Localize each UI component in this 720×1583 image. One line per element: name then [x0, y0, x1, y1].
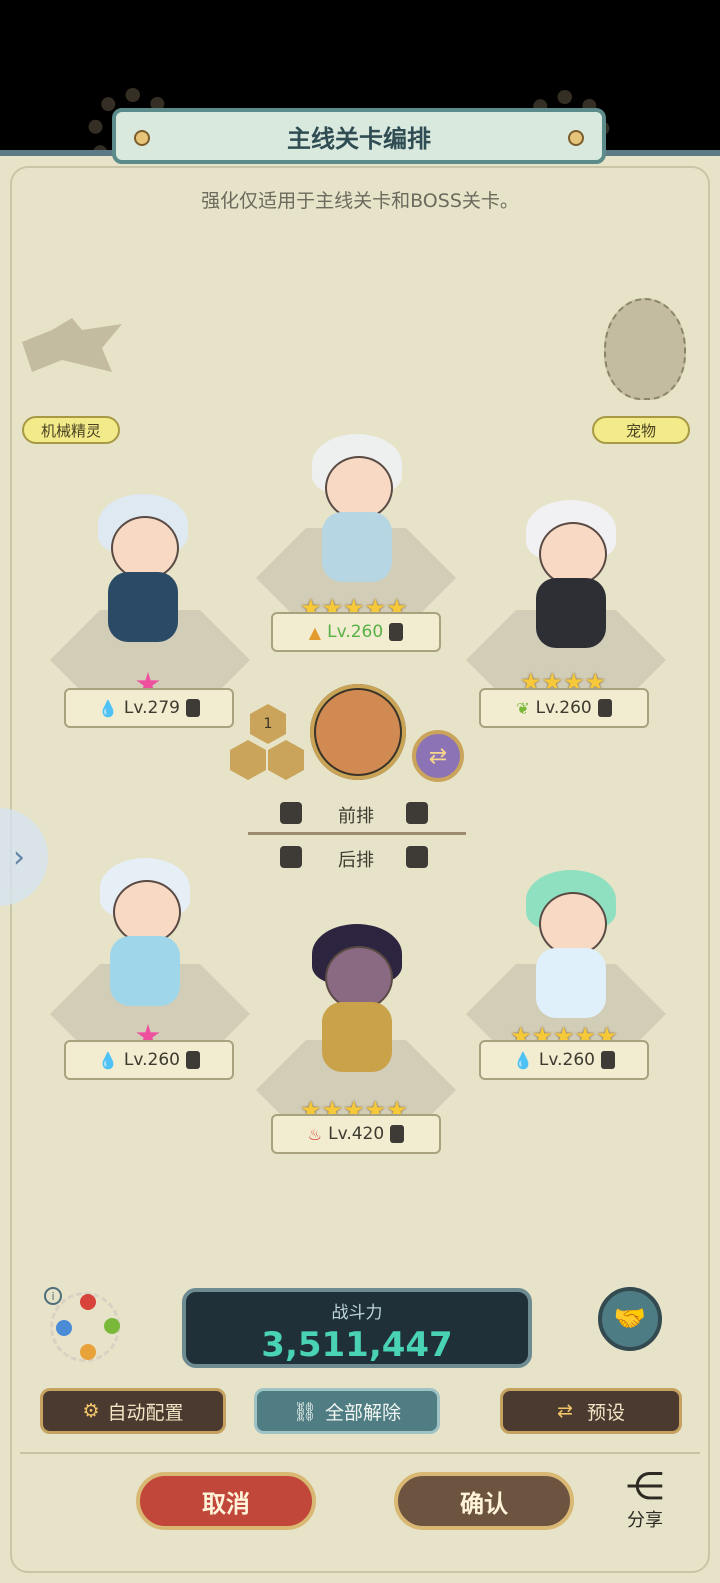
hero-slot-front-left[interactable] — [68, 480, 218, 650]
chain-icon: ⛓ — [292, 1400, 318, 1423]
cancel-button[interactable]: 取消 — [136, 1472, 316, 1530]
bow-icon — [280, 846, 302, 868]
cancel-label: 取消 — [202, 1489, 250, 1518]
hero-level-plate: 💧 Lv.260 — [479, 1040, 649, 1080]
combat-power-label: 战斗力 — [331, 1303, 383, 1323]
hero-level-plate: ▲ Lv.260 — [271, 612, 441, 652]
hero-level: Lv.260 — [123, 1050, 180, 1070]
clear-all-button[interactable]: ⛓ 全部解除 — [254, 1388, 440, 1434]
share-button[interactable]: ⋲ 分享 — [612, 1466, 678, 1538]
hero-level: Lv.260 — [535, 698, 592, 718]
water-icon: 💧 — [98, 1050, 118, 1070]
hero-slot-back-center[interactable] — [282, 910, 432, 1080]
auto-config-button[interactable]: ⚙ 自动配置 — [40, 1388, 226, 1434]
rivet-icon — [134, 130, 150, 146]
hero-slot-front-center[interactable] — [282, 420, 432, 590]
fire-icon: ♨ — [307, 1124, 323, 1144]
leader-portrait[interactable] — [310, 684, 406, 780]
swap-icon[interactable]: ⇄ — [412, 730, 464, 782]
hero-level: Lv.260 — [327, 622, 384, 642]
mech-spirit-label[interactable]: 机械精灵 — [22, 416, 120, 444]
hero-level-plate: 💧 Lv.279 — [64, 688, 234, 728]
water-icon: 💧 — [98, 698, 118, 718]
hero-slot-back-left[interactable] — [70, 844, 220, 1014]
hero-level: Lv.260 — [538, 1050, 595, 1070]
water-icon — [56, 1320, 72, 1336]
wind-icon: ❦ — [516, 698, 530, 718]
hero-level: Lv.420 — [328, 1124, 385, 1144]
shield-icon — [280, 802, 302, 824]
combat-power-box: 战斗力 3,511,447 — [182, 1288, 532, 1368]
pet-egg-silhouette-icon[interactable] — [604, 298, 686, 400]
clear-all-label: 全部解除 — [325, 1401, 402, 1424]
page-subtitle: 强化仅适用于主线关卡和BOSS关卡。 — [201, 190, 519, 212]
bow-icon — [390, 1125, 405, 1143]
sword-icon — [186, 699, 200, 717]
water-icon: 💧 — [513, 1050, 533, 1070]
share-label: 分享 — [627, 1510, 663, 1531]
preset-button[interactable]: ⇄ 预设 — [500, 1388, 682, 1434]
row-divider — [248, 832, 466, 835]
hero-level-plate: ♨ Lv.420 — [271, 1114, 441, 1154]
earth-icon: ▲ — [308, 622, 322, 642]
gear-icon: ⚙ — [82, 1400, 100, 1422]
leader-ring — [310, 684, 406, 780]
combat-power-value: 3,511,447 — [261, 1325, 453, 1365]
hero-level: Lv.279 — [123, 698, 180, 718]
swap-arrows-icon: ⇄ — [557, 1400, 573, 1422]
page-title-plate: 主线关卡编排 — [112, 108, 606, 164]
fire-icon — [80, 1294, 96, 1310]
pet-label[interactable]: 宠物 — [592, 416, 690, 444]
shield-icon — [389, 623, 404, 641]
page-title: 主线关卡编排 — [287, 124, 431, 153]
shield-icon — [597, 699, 612, 717]
bow-icon — [601, 1051, 615, 1069]
confirm-button[interactable]: 确认 — [394, 1472, 574, 1530]
cross-icon — [406, 846, 428, 868]
hero-slot-front-right[interactable] — [496, 486, 646, 656]
preset-label: 预设 — [586, 1401, 625, 1424]
hero-level-plate: 💧 Lv.260 — [64, 1040, 234, 1080]
confirm-label: 确认 — [460, 1489, 508, 1518]
cross-icon — [186, 1051, 200, 1069]
share-icon: ⋲ — [626, 1464, 664, 1508]
front-row-label: 前排 — [338, 806, 374, 827]
hero-level-plate: ❦ Lv.260 — [479, 688, 649, 728]
handshake-icon[interactable]: 🤝 — [598, 1287, 662, 1351]
auto-config-label: 自动配置 — [107, 1401, 184, 1424]
wind-icon — [104, 1318, 120, 1334]
earth-icon — [80, 1344, 96, 1360]
back-row-label: 后排 — [338, 850, 374, 871]
sword-icon — [406, 802, 428, 824]
hero-slot-back-right[interactable] — [496, 856, 646, 1026]
rivet-icon — [568, 130, 584, 146]
divider — [20, 1452, 700, 1454]
